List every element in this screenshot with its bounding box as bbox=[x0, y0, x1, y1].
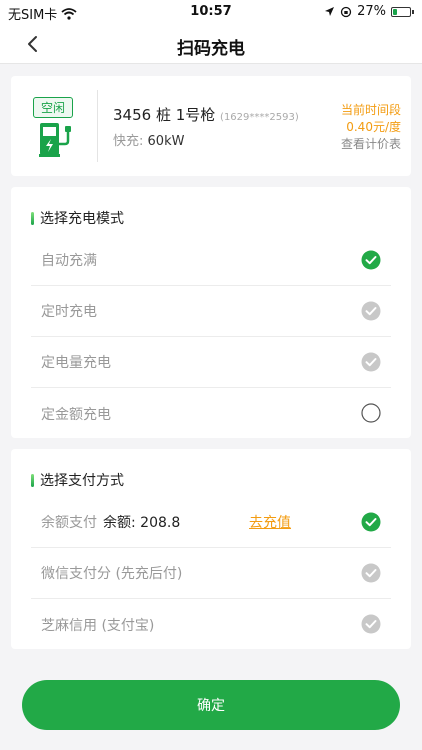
view-price-table-link[interactable]: 查看计价表 bbox=[341, 136, 401, 153]
check-icon bbox=[361, 563, 381, 583]
section-title-text: 选择支付方式 bbox=[40, 473, 124, 489]
vertical-divider bbox=[97, 90, 98, 162]
price-period-title: 当前时间段 bbox=[340, 103, 401, 117]
charge-mode-card: 选择充电模式 自动充满 定时充电 定电量充电 定金额充电 bbox=[11, 187, 411, 438]
power-label: 快充: bbox=[113, 134, 144, 149]
radio-circle-icon bbox=[361, 403, 381, 423]
option-label: 定时充电 bbox=[41, 304, 97, 320]
page-title: 扫码充电 bbox=[177, 39, 245, 59]
section-accent-bar bbox=[31, 473, 34, 487]
section-title-text: 选择充电模式 bbox=[40, 211, 124, 227]
charge-mode-list: 自动充满 定时充电 定电量充电 定金额充电 bbox=[31, 235, 391, 439]
check-icon bbox=[361, 352, 381, 372]
charge-mode-option[interactable]: 定电量充电 bbox=[31, 337, 391, 388]
balance-amount: 余额: 208.8 bbox=[103, 515, 181, 531]
charge-mode-option[interactable]: 定时充电 bbox=[31, 286, 391, 337]
charging-pile-icon bbox=[39, 123, 71, 157]
check-icon bbox=[361, 250, 381, 270]
status-bar: 无SIM卡 10:57 27% bbox=[0, 0, 422, 24]
battery-percent: 27% bbox=[357, 4, 386, 19]
option-label: 微信支付分 (先充后付) bbox=[41, 566, 183, 582]
charge-mode-option[interactable]: 自动充满 bbox=[31, 235, 391, 286]
payment-option-balance[interactable]: 余额支付 余额: 208.8 去充值 bbox=[31, 497, 391, 548]
location-arrow-icon bbox=[325, 7, 335, 16]
recharge-link[interactable]: 去充值 bbox=[249, 512, 291, 532]
payment-method-list: 余额支付 余额: 208.8 去充值 微信支付分 (先充后付) 芝麻信用 (支付… bbox=[31, 497, 391, 650]
check-icon bbox=[361, 512, 381, 532]
payment-option-sesame[interactable]: 芝麻信用 (支付宝) bbox=[31, 599, 391, 650]
option-label: 定金额充电 bbox=[41, 406, 111, 423]
nav-bar: 扫码充电 bbox=[0, 24, 422, 64]
charge-mode-option[interactable]: 定金额充电 bbox=[31, 388, 391, 439]
battery-icon bbox=[391, 6, 414, 17]
check-icon bbox=[361, 301, 381, 321]
option-label: 定电量充电 bbox=[41, 355, 111, 371]
pile-code: (1629****2593) bbox=[220, 112, 299, 123]
status-badge: 空闲 bbox=[33, 97, 74, 118]
option-label: 芝麻信用 (支付宝) bbox=[41, 617, 155, 634]
price-value: 0.40元/度 bbox=[346, 120, 401, 134]
price-info: 当前时间段 0.40元/度 查看计价表 bbox=[341, 102, 401, 153]
station-info-card: 空闲 3456 桩 1号枪 (1629****2593) 快充: 60kW 当前… bbox=[11, 76, 411, 176]
pile-power: 快充: 60kW bbox=[113, 130, 184, 149]
section-title-charge-mode: 选择充电模式 bbox=[31, 208, 124, 228]
confirm-button[interactable]: 确定 bbox=[22, 680, 400, 730]
rotation-lock-icon bbox=[340, 6, 352, 17]
section-accent-bar bbox=[31, 211, 34, 225]
payment-method-card: 选择支付方式 余额支付 余额: 208.8 去充值 微信支付分 (先充后付) 芝… bbox=[11, 449, 411, 649]
check-icon bbox=[361, 614, 381, 634]
option-label: 余额支付 bbox=[41, 515, 97, 531]
battery-fill bbox=[393, 8, 398, 15]
payment-option-wechat[interactable]: 微信支付分 (先充后付) bbox=[31, 548, 391, 599]
pile-name-text: 3456 桩 1号枪 bbox=[113, 106, 216, 124]
power-value: 60kW bbox=[147, 134, 185, 149]
section-title-payment: 选择支付方式 bbox=[31, 470, 124, 490]
option-label: 自动充满 bbox=[41, 253, 97, 269]
pile-name: 3456 桩 1号枪 (1629****2593) bbox=[113, 104, 299, 125]
